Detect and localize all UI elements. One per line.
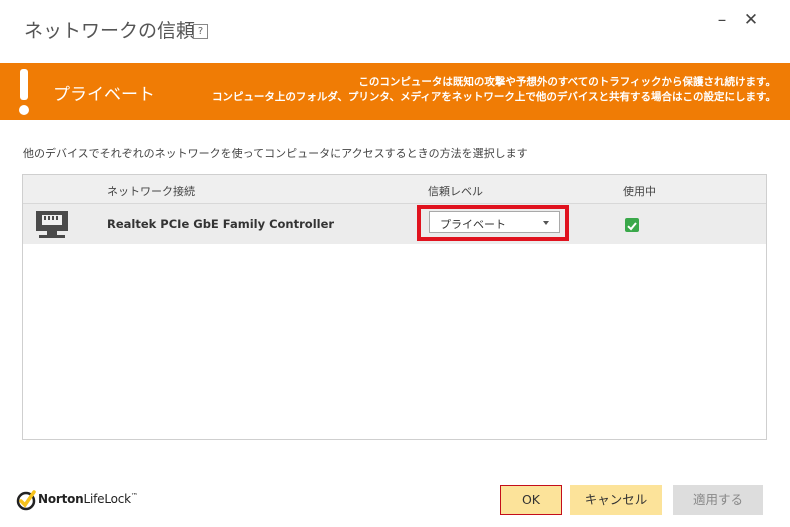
- minimize-button[interactable]: –: [712, 10, 732, 30]
- header-trust-level: 信頼レベル: [428, 185, 483, 198]
- cancel-button[interactable]: キャンセル: [570, 485, 662, 515]
- exclamation-icon: [18, 69, 30, 115]
- title-bar: ネットワークの信頼 ? – ✕: [0, 0, 790, 62]
- chevron-down-icon: [543, 221, 549, 225]
- logo-trademark: ™: [130, 492, 138, 500]
- network-adapter-icon: [35, 209, 69, 239]
- device-name: Realtek PCIe GbE Family Controller: [107, 217, 335, 231]
- network-table: ネットワーク接続 信頼レベル 使用中 Realtek PCIe GbE Fami…: [22, 174, 767, 440]
- banner-title: プライベート: [53, 85, 155, 105]
- window-title: ネットワークの信頼: [24, 20, 196, 42]
- checkmark-icon: [627, 222, 637, 231]
- trust-level-value: プライベート: [440, 218, 506, 231]
- header-in-use: 使用中: [623, 185, 656, 198]
- banner-message-line-1: このコンピュータは既知の攻撃や予想外のすべてのトラフィックから保護され続けます。: [358, 76, 776, 88]
- norton-check-icon: [16, 490, 36, 511]
- logo-text: NortonLifeLock™: [38, 492, 138, 506]
- status-banner: プライベート このコンピュータは既知の攻撃や予想外のすべてのトラフィックから保護…: [0, 63, 790, 120]
- instruction-text: 他のデバイスでそれぞれのネットワークを使ってコンピュータにアクセスするときの方法…: [23, 147, 528, 160]
- logo-brand-rest: LifeLock: [83, 492, 132, 506]
- in-use-checkbox[interactable]: [625, 218, 639, 232]
- apply-button[interactable]: 適用する: [673, 485, 763, 515]
- table-row: Realtek PCIe GbE Family Controller プライベー…: [23, 204, 766, 244]
- ok-button[interactable]: OK: [500, 485, 562, 515]
- header-connection: ネットワーク接続: [107, 185, 195, 198]
- trust-level-select[interactable]: プライベート: [429, 211, 560, 233]
- banner-message: このコンピュータは既知の攻撃や予想外のすべてのトラフィックから保護され続けます。…: [212, 75, 776, 105]
- banner-message-line-2: コンピュータ上のフォルダ、プリンタ、メディアをネットワーク上で他のデバイスと共有…: [211, 91, 776, 103]
- logo-brand-bold: Norton: [38, 492, 84, 506]
- table-header: ネットワーク接続 信頼レベル 使用中: [23, 175, 766, 204]
- help-icon[interactable]: ?: [193, 24, 208, 39]
- norton-logo: NortonLifeLock™: [16, 489, 146, 513]
- close-button[interactable]: ✕: [741, 10, 761, 30]
